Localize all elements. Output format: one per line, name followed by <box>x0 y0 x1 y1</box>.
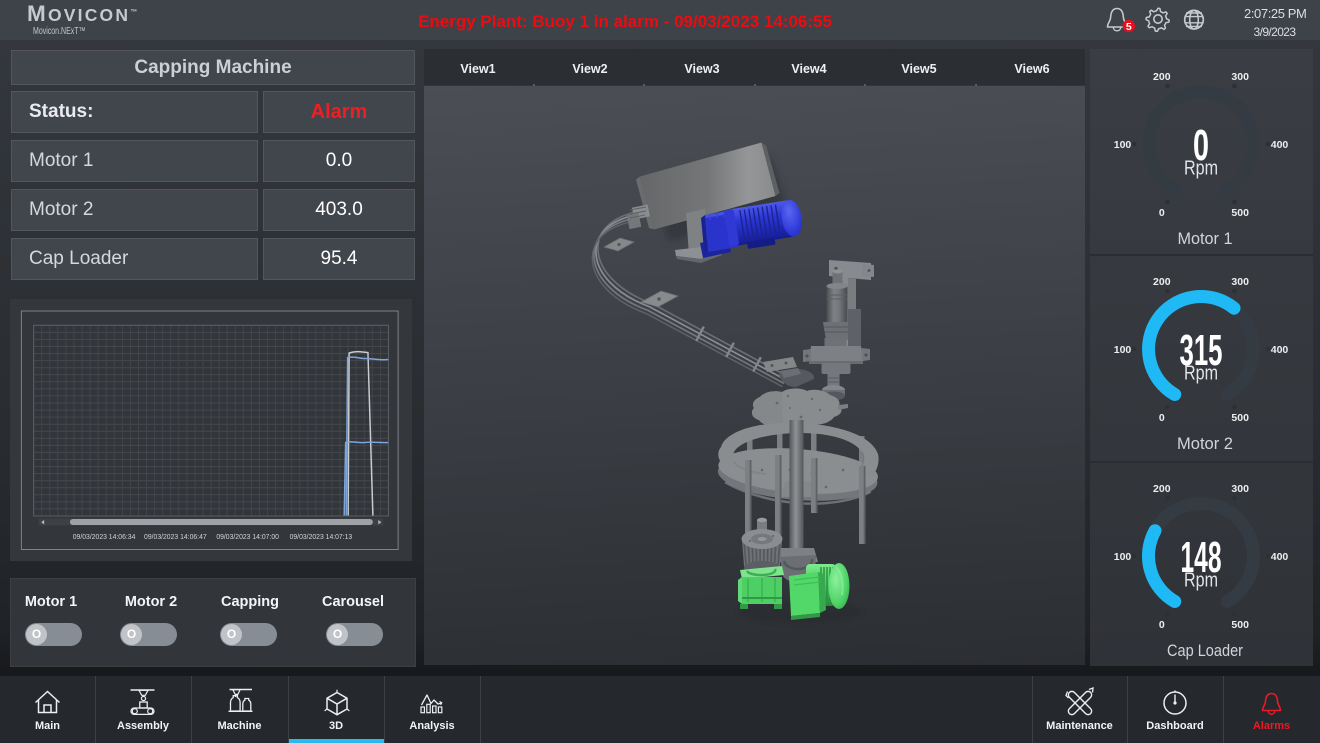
svg-text:200: 200 <box>1153 71 1171 83</box>
svg-text:100: 100 <box>1114 551 1132 563</box>
svg-text:200: 200 <box>1153 276 1171 288</box>
svg-text:Rpm: Rpm <box>1184 570 1218 592</box>
svg-text:500: 500 <box>1231 207 1249 219</box>
svg-text:Rpm: Rpm <box>1184 363 1218 385</box>
svg-text:300: 300 <box>1231 483 1249 495</box>
svg-text:09/03/2023 14:07:00: 09/03/2023 14:07:00 <box>216 534 279 541</box>
svg-text:5: 5 <box>1126 21 1132 33</box>
svg-text:400: 400 <box>1271 551 1289 563</box>
svg-text:Rpm: Rpm <box>1184 158 1218 180</box>
svg-text:400: 400 <box>1271 139 1289 151</box>
svg-text:Motor 1: Motor 1 <box>1178 229 1233 248</box>
svg-text:09/03/2023 14:06:47: 09/03/2023 14:06:47 <box>144 534 207 541</box>
svg-text:0: 0 <box>1159 412 1165 424</box>
svg-text:0: 0 <box>1159 207 1165 219</box>
svg-text:200: 200 <box>1153 483 1171 495</box>
svg-text:09/03/2023 14:07:13: 09/03/2023 14:07:13 <box>290 534 353 541</box>
svg-text:100: 100 <box>1114 344 1132 356</box>
svg-text:300: 300 <box>1231 71 1249 83</box>
svg-text:300: 300 <box>1231 276 1249 288</box>
svg-text:Motor 2: Motor 2 <box>1177 434 1233 453</box>
svg-text:09/03/2023 14:06:34: 09/03/2023 14:06:34 <box>73 534 136 541</box>
svg-text:500: 500 <box>1231 412 1249 424</box>
svg-text:Cap Loader: Cap Loader <box>1167 641 1243 660</box>
svg-text:0: 0 <box>1159 619 1165 631</box>
svg-text:100: 100 <box>1114 139 1132 151</box>
svg-text:500: 500 <box>1231 619 1249 631</box>
svg-text:400: 400 <box>1271 344 1289 356</box>
